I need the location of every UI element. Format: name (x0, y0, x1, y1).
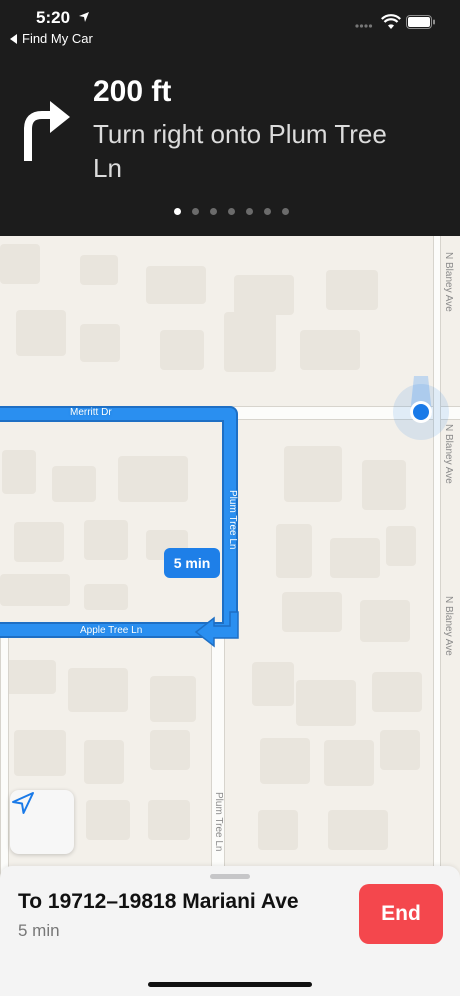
maneuver-page-indicator[interactable] (174, 208, 289, 215)
back-arrow-icon (10, 33, 17, 44)
route-bottom-sheet[interactable]: To 19712–19818 Mariani Ave 5 min End (0, 866, 460, 996)
cellular-signal-icon (355, 24, 373, 28)
street-label-blaney: N Blaney Ave (443, 596, 454, 656)
street-label-blaney: N Blaney Ave (443, 424, 454, 484)
route-eta-bubble[interactable]: 5 min (164, 548, 220, 578)
page-dot (228, 208, 235, 215)
location-arrow-icon (12, 792, 34, 814)
turn-right-icon (24, 101, 70, 161)
back-to-app-link[interactable]: Find My Car (10, 31, 93, 46)
end-route-button[interactable]: End (359, 884, 443, 944)
status-time: 5:20 (36, 8, 71, 27)
page-dot (246, 208, 253, 215)
street-label-merritt: Merritt Dr (70, 407, 112, 418)
street-label-apple: Apple Tree Ln (80, 625, 143, 636)
page-dot (192, 208, 199, 215)
page-dot (174, 208, 181, 215)
page-dot (210, 208, 217, 215)
map-view[interactable]: Merritt Dr Plum Tree Ln Apple Tree Ln Pl… (0, 236, 460, 916)
street-label-plum-route: Plum Tree Ln (227, 490, 238, 550)
navigation-banner: 5:20 Find My Car 200 ft Turn right onto … (0, 0, 460, 236)
street-label-blaney: N Blaney Ave (443, 252, 454, 312)
location-services-icon (79, 12, 89, 22)
maneuver-distance: 200 ft (93, 75, 172, 108)
maneuver-instruction: Turn right onto Plum Tree Ln (93, 119, 387, 183)
home-indicator[interactable] (148, 982, 312, 987)
recenter-location-button[interactable] (10, 790, 74, 854)
sheet-grabber[interactable] (210, 874, 250, 879)
battery-icon (406, 15, 435, 29)
street-label-plum-lower: Plum Tree Ln (213, 792, 224, 852)
page-dot (264, 208, 271, 215)
page-dot (282, 208, 289, 215)
wifi-icon (381, 14, 401, 29)
back-link-label: Find My Car (22, 31, 93, 46)
arrival-eta: 5 min (18, 921, 60, 940)
destination-label: To 19712–19818 Mariani Ave (18, 890, 299, 913)
